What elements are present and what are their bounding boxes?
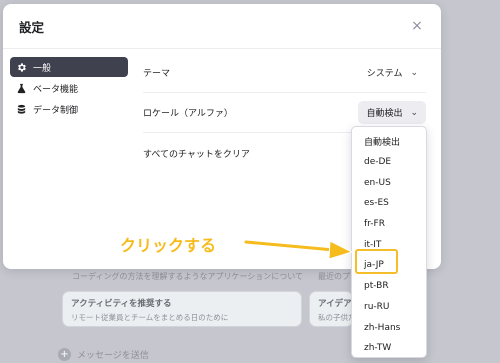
sidebar-item-label: データ制御 — [33, 105, 79, 116]
locale-option[interactable]: es-ES — [352, 193, 426, 214]
database-icon — [16, 104, 27, 115]
locale-select[interactable]: 自動検出 ⌄ — [358, 101, 426, 124]
theme-value: システム — [366, 69, 403, 79]
locale-dropdown: 自動検出 de-DE en-US es-ES fr-FR it-IT ja-JP… — [351, 126, 427, 358]
clear-chats-label: すべてのチャットをクリア — [143, 149, 250, 160]
locale-option[interactable]: pt-BR — [352, 276, 426, 297]
sidebar-item-label: 一般 — [33, 63, 52, 74]
flask-icon — [16, 83, 27, 94]
sidebar-item-label: ベータ機能 — [33, 84, 79, 95]
settings-sidebar: 一般 ベータ機能 データ制御 — [10, 57, 128, 120]
setting-row-theme: テーマ システム ⌄ — [143, 53, 426, 93]
bg-suggestion-card[interactable]: アクティビティを推奨する リモート従業員とチームをまとめる日のために — [62, 291, 302, 327]
locale-label: ロケール（アルファ） — [143, 109, 233, 119]
bg-card-sub: 私の子供たち — [318, 313, 352, 322]
locale-option[interactable]: de-DE — [352, 152, 426, 173]
locale-option[interactable]: it-IT — [352, 234, 426, 255]
close-button[interactable]: × — [409, 18, 425, 34]
locale-option[interactable]: ru-RU — [352, 297, 426, 318]
bg-card-title: アイデアを — [318, 299, 352, 309]
arrow-icon — [244, 239, 354, 260]
locale-option[interactable]: en-US — [352, 172, 426, 193]
locale-option[interactable]: fr-FR — [352, 214, 426, 235]
sidebar-item-general[interactable]: 一般 — [10, 57, 128, 77]
theme-label: テーマ — [143, 69, 171, 79]
theme-select[interactable]: システム ⌄ — [359, 61, 426, 84]
chevron-down-icon: ⌄ — [410, 107, 418, 118]
bg-suggestion-text: コーディングの方法を理解するようなアプリケーションについて — [72, 272, 304, 281]
dialog-title: 設定 — [19, 19, 45, 35]
chevron-down-icon: ⌄ — [410, 67, 418, 78]
bg-card-title: アクティビティを推奨する — [71, 299, 172, 309]
plus-icon[interactable]: + — [58, 347, 71, 361]
message-input[interactable]: + メッセージを送信 — [58, 339, 358, 363]
gear-icon — [16, 62, 27, 73]
dialog-header: 設定 × — [3, 4, 441, 49]
bg-suggestion-card[interactable]: アイデアを 私の子供たち — [309, 291, 353, 327]
sidebar-item-beta[interactable]: ベータ機能 — [10, 78, 128, 98]
message-placeholder: メッセージを送信 — [77, 350, 149, 361]
locale-option-ja-jp[interactable]: ja-JP — [352, 255, 426, 276]
locale-value: 自動検出 — [366, 109, 403, 119]
sidebar-item-data-controls[interactable]: データ制御 — [10, 99, 128, 119]
locale-option[interactable]: zh-TW — [352, 338, 426, 359]
locale-option[interactable]: 自動検出 — [352, 131, 426, 152]
bg-card-sub: リモート従業員とチームをまとめる日のために — [71, 313, 229, 322]
locale-option[interactable]: zh-Hans — [352, 317, 426, 338]
annotation-text: クリックする — [120, 236, 217, 255]
